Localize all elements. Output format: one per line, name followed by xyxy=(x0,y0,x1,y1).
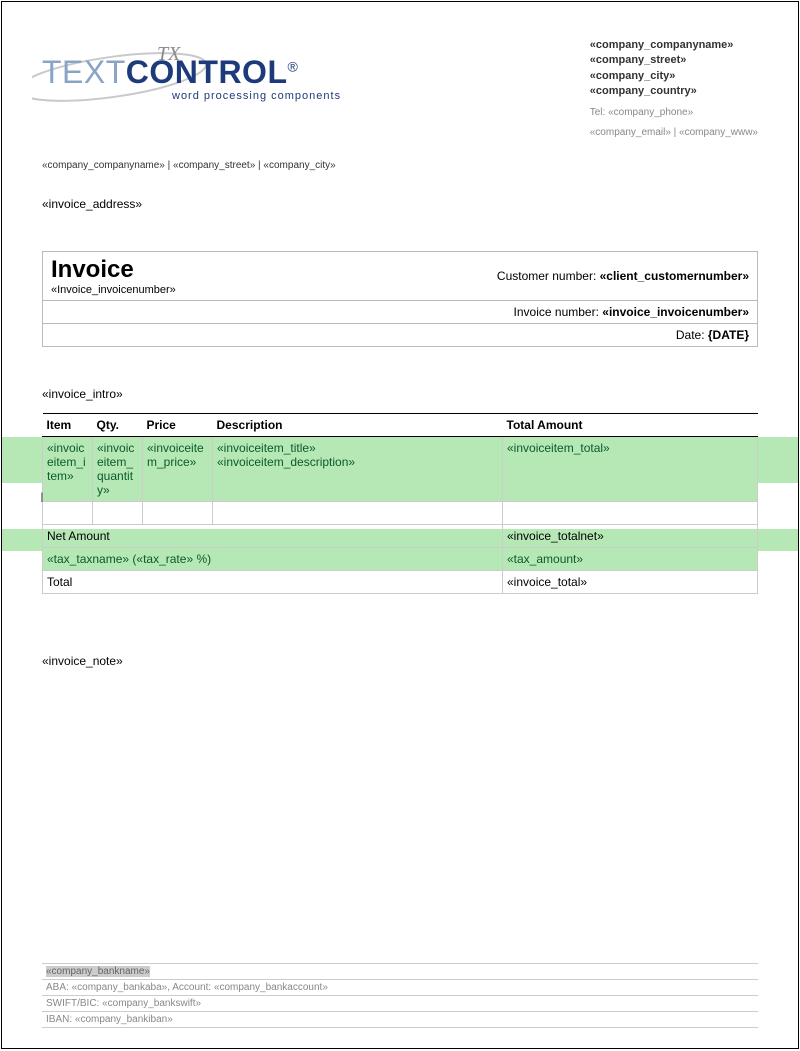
tax-value: «tax_amount» xyxy=(503,547,758,570)
price-field: «invoiceitem_price» xyxy=(143,436,213,501)
company-address-block: «company_companyname» «company_street» «… xyxy=(590,38,758,140)
logo: TX TEXTCONTROL® word processing componen… xyxy=(42,32,362,122)
invoice-header-table: Invoice «Invoice_invoicenumber» Customer… xyxy=(42,251,758,347)
bank-iban-line: IBAN: «company_bankiban» xyxy=(42,1012,758,1028)
col-total: Total Amount xyxy=(503,413,758,436)
invoice-date-label: Date: xyxy=(676,328,708,342)
customer-number-label: Customer number: xyxy=(497,269,600,283)
empty-row[interactable] xyxy=(43,501,758,524)
company-tel-label: Tel: xyxy=(590,107,608,118)
header-row: TX TEXTCONTROL® word processing componen… xyxy=(42,32,758,140)
logo-reg: ® xyxy=(287,58,298,74)
document-page: TX TEXTCONTROL® word processing componen… xyxy=(1,1,799,1049)
company-street: «company_street» xyxy=(590,53,758,68)
invoice-number-under: «Invoice_invoicenumber» xyxy=(51,284,321,296)
text-cursor-icon: I xyxy=(40,489,44,505)
net-row: Net Amount «invoice_totalnet» xyxy=(43,524,758,547)
total-row: Total «invoice_total» xyxy=(43,570,758,593)
items-table: Item Qty. Price Description Total Amount… xyxy=(42,413,758,594)
col-qty: Qty. xyxy=(93,413,143,436)
total-value: «invoice_total» xyxy=(503,570,758,593)
company-city: «company_city» xyxy=(590,69,758,84)
customer-number-value: «client_customernumber» xyxy=(600,269,749,283)
invoice-date-value: {DATE} xyxy=(708,328,749,342)
items-table-wrap: Item Qty. Price Description Total Amount… xyxy=(42,413,758,594)
net-label: Net Amount xyxy=(43,524,503,547)
invoice-number-value: «invoice_invoicenumber» xyxy=(602,305,749,319)
bank-swift-line: SWIFT/BIC: «company_bankswift» xyxy=(42,996,758,1012)
qty-field: «invoiceitem_quantity» xyxy=(93,436,143,501)
total-label: Total xyxy=(43,570,503,593)
invoice-note: «invoice_note» xyxy=(42,654,758,668)
footer-bank-block: «company_bankname» ABA: «company_bankaba… xyxy=(42,963,758,1028)
company-inline-address: «company_companyname» | «company_street»… xyxy=(42,160,758,171)
total-field: «invoiceitem_total» xyxy=(503,436,758,501)
desc-field: «invoiceitem_title»«invoiceitem_descript… xyxy=(213,436,503,501)
logo-text-bold: CONTROL xyxy=(126,54,288,90)
bank-name-line: «company_bankname» xyxy=(42,963,758,980)
company-tel: «company_phone» xyxy=(608,107,693,118)
tax-label: «tax_taxname» («tax_rate» %) xyxy=(43,547,503,570)
col-desc: Description xyxy=(213,413,503,436)
invoice-address: «invoice_address» xyxy=(42,197,758,211)
item-field: «invoiceitem_item» xyxy=(43,436,93,501)
col-price: Price xyxy=(143,413,213,436)
item-row[interactable]: «invoiceitem_item» «invoiceitem_quantity… xyxy=(43,436,758,501)
bank-aba-line: ABA: «company_bankaba», Account: «compan… xyxy=(42,980,758,996)
invoice-intro: «invoice_intro» xyxy=(42,387,758,401)
logo-subtitle: word processing components xyxy=(172,90,341,102)
items-header-row: Item Qty. Price Description Total Amount xyxy=(43,413,758,436)
bank-name[interactable]: «company_bankname» xyxy=(46,966,150,977)
tax-row[interactable]: «tax_taxname» («tax_rate» %) «tax_amount… xyxy=(43,547,758,570)
logo-text-light: TEXT xyxy=(42,54,126,90)
company-contact: «company_email» | «company_www» xyxy=(590,126,758,140)
company-name: «company_companyname» xyxy=(590,38,758,53)
company-country: «company_country» xyxy=(590,84,758,99)
net-value: «invoice_totalnet» xyxy=(503,524,758,547)
invoice-title: Invoice xyxy=(51,256,321,284)
col-item: Item xyxy=(43,413,93,436)
invoice-number-label: Invoice number: xyxy=(514,305,603,319)
